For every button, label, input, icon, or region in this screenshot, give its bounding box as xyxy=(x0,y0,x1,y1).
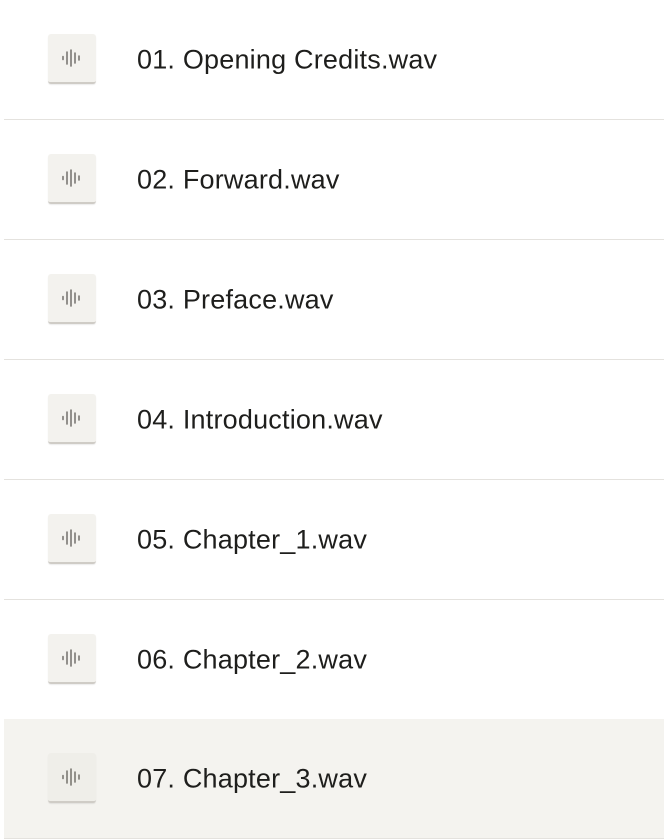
file-thumbnail xyxy=(48,393,96,444)
file-name: 02. Forward.wav xyxy=(137,164,340,194)
audio-waveform-icon xyxy=(61,168,83,187)
audio-waveform-icon xyxy=(61,408,83,427)
file-row[interactable]: 05. Chapter_1.wav xyxy=(4,480,664,600)
file-row[interactable]: 03. Preface.wav xyxy=(4,240,664,360)
audio-waveform-icon xyxy=(61,528,83,547)
file-thumbnail xyxy=(48,513,96,564)
file-name: 01. Opening Credits.wav xyxy=(137,44,438,74)
file-row[interactable]: 01. Opening Credits.wav xyxy=(4,0,664,120)
file-row[interactable]: 02. Forward.wav xyxy=(4,120,664,240)
file-name: 04. Introduction.wav xyxy=(137,404,383,434)
file-row[interactable]: 04. Introduction.wav xyxy=(4,360,664,480)
audio-waveform-icon xyxy=(61,767,83,786)
file-thumbnail xyxy=(48,752,96,803)
audio-waveform-icon xyxy=(61,48,83,67)
file-name: 05. Chapter_1.wav xyxy=(137,524,368,554)
file-name: 03. Preface.wav xyxy=(137,284,334,314)
file-row[interactable]: 06. Chapter_2.wav xyxy=(4,600,664,720)
audio-waveform-icon xyxy=(61,648,83,667)
audio-waveform-icon xyxy=(61,288,83,307)
file-thumbnail xyxy=(48,153,96,204)
file-name: 06. Chapter_2.wav xyxy=(137,644,368,674)
file-row[interactable]: 07. Chapter_3.wav xyxy=(4,719,664,839)
file-list: 01. Opening Credits.wav 02. Forward.wav … xyxy=(0,0,664,839)
file-thumbnail xyxy=(48,633,96,684)
file-thumbnail xyxy=(48,273,96,324)
file-name: 07. Chapter_3.wav xyxy=(137,763,368,793)
file-thumbnail xyxy=(48,33,96,84)
